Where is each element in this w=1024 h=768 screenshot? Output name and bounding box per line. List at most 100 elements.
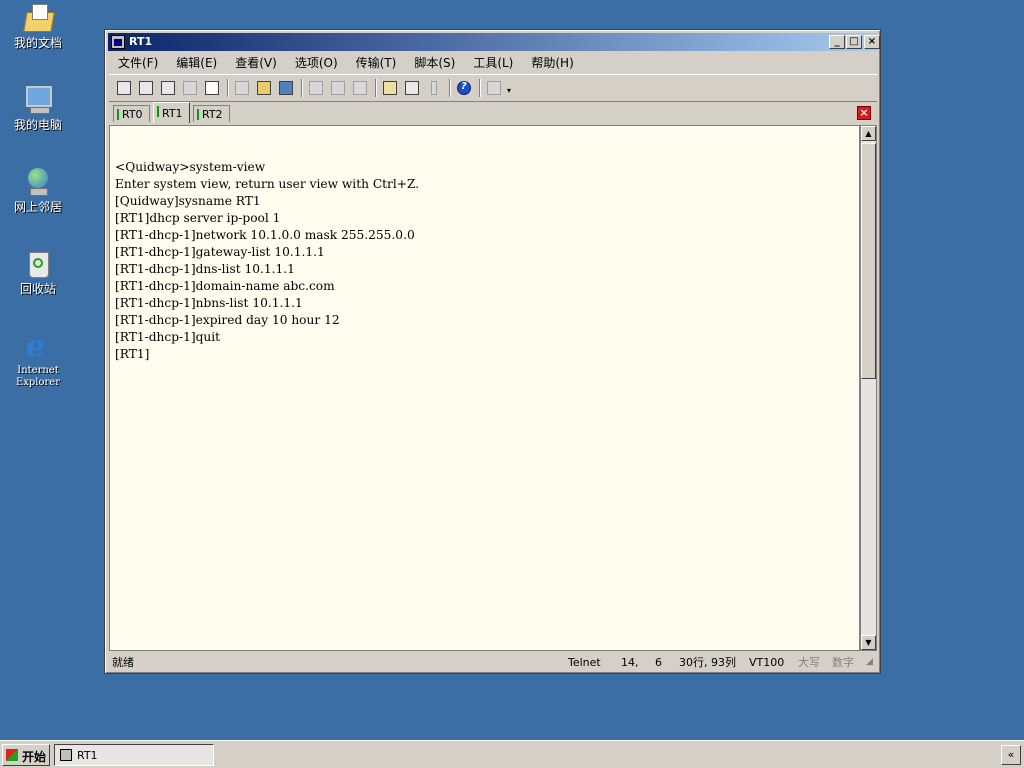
taskbar: 开始 RT1 « bbox=[0, 740, 1024, 768]
minimize-button[interactable]: _ bbox=[829, 35, 845, 49]
menu-view[interactable]: 查看(V) bbox=[226, 53, 286, 72]
status-bar: 就绪 Telnet 14, 6 30行, 93列 VT100 大写 数字 ◢ bbox=[109, 654, 877, 671]
find-button[interactable] bbox=[277, 79, 295, 97]
status-caps-lock: 大写 bbox=[798, 656, 820, 669]
print-icon bbox=[331, 81, 345, 95]
global-options-button[interactable] bbox=[403, 79, 421, 97]
tab-rt2[interactable]: RT2 bbox=[193, 105, 230, 122]
print-button[interactable] bbox=[329, 79, 347, 97]
window-title: RT1 bbox=[129, 35, 153, 48]
desktop-icon-internet-explorer[interactable]: e Internet Explorer bbox=[0, 330, 76, 389]
keymap-button[interactable] bbox=[485, 79, 503, 97]
scroll-up-button[interactable]: ▲ bbox=[861, 126, 876, 141]
scroll-down-button[interactable]: ▼ bbox=[861, 635, 876, 650]
toolbar: ▾ bbox=[109, 74, 877, 102]
session-tab-bar: RT0 RT1 RT2 × bbox=[109, 102, 877, 124]
start-button[interactable]: 开始 bbox=[2, 744, 50, 766]
status-size: 30行, 93列 bbox=[679, 656, 736, 669]
terminal-output: <Quidway>system-view Enter system view, … bbox=[115, 159, 419, 363]
quick-connect-icon bbox=[139, 81, 153, 95]
menu-file[interactable]: 文件(F) bbox=[109, 53, 167, 72]
tab-rt1[interactable]: RT1 bbox=[153, 102, 190, 123]
menu-script[interactable]: 脚本(S) bbox=[405, 53, 464, 72]
toolbar-separator bbox=[479, 79, 481, 97]
tray-expand-button[interactable]: « bbox=[1001, 745, 1021, 765]
terminal-line: [RT1-dhcp-1]dns-list 10.1.1.1 bbox=[115, 262, 295, 276]
reconnect-icon bbox=[183, 81, 197, 95]
quick-connect-button[interactable] bbox=[137, 79, 155, 97]
session-options-icon bbox=[383, 81, 397, 95]
desktop-icon-label: 网上邻居 bbox=[13, 200, 62, 214]
desktop-icon-label: Internet Explorer bbox=[15, 365, 61, 388]
terminal-area[interactable]: <Quidway>system-view Enter system view, … bbox=[109, 125, 860, 651]
terminal-line: [RT1-dhcp-1]network 10.1.0.0 mask 255.25… bbox=[115, 228, 415, 242]
menu-transfer[interactable]: 传输(T) bbox=[347, 53, 406, 72]
menu-help[interactable]: 帮助(H) bbox=[522, 53, 582, 72]
menu-bar: 文件(F) 编辑(E) 查看(V) 选项(O) 传输(T) 脚本(S) 工具(L) 帮助(H) bbox=[109, 53, 877, 71]
app-window: RT1 _ □ × 文件(F) 编辑(E) 查看(V) 选项(O) 传输(T) 脚本(S)… bbox=[104, 29, 881, 674]
toolbar-separator bbox=[375, 79, 377, 97]
app-icon bbox=[60, 749, 72, 761]
desktop-icon-my-computer[interactable]: 我的电脑 bbox=[0, 84, 76, 132]
desktop-icon-recycle-bin[interactable]: 回收站 bbox=[0, 248, 76, 296]
toolbar-separator bbox=[301, 79, 303, 97]
connect-tab-button[interactable] bbox=[159, 79, 177, 97]
resize-grip-icon[interactable]: ◢ bbox=[866, 654, 873, 671]
menu-edit[interactable]: 编辑(E) bbox=[167, 53, 226, 72]
terminal-line: [RT1] bbox=[115, 347, 150, 361]
disconnect-icon bbox=[205, 81, 219, 95]
copy-button[interactable] bbox=[233, 79, 251, 97]
windows-logo-icon bbox=[6, 749, 18, 761]
copy-icon bbox=[235, 81, 249, 95]
status-cursor-row: 14, bbox=[621, 656, 639, 669]
connect-button[interactable] bbox=[115, 79, 133, 97]
print-screen-icon bbox=[353, 81, 367, 95]
key-manager-button[interactable] bbox=[425, 79, 443, 97]
disconnect-button[interactable] bbox=[203, 79, 221, 97]
connect-icon bbox=[117, 81, 131, 95]
title-bar[interactable]: RT1 _ □ × bbox=[108, 33, 880, 51]
global-options-icon bbox=[405, 81, 419, 95]
desktop-icon-label: 回收站 bbox=[19, 282, 56, 296]
close-button[interactable]: × bbox=[864, 35, 880, 49]
terminal-line: Enter system view, return user view with… bbox=[115, 177, 420, 191]
maximize-button[interactable]: □ bbox=[846, 35, 862, 49]
print-screen-button[interactable] bbox=[351, 79, 369, 97]
terminal-line: [RT1-dhcp-1]domain-name abc.com bbox=[115, 279, 335, 293]
vertical-scrollbar[interactable]: ▲ ▼ bbox=[860, 125, 877, 651]
paste-button[interactable] bbox=[255, 79, 273, 97]
terminal-line: [RT1-dhcp-1]quit bbox=[115, 330, 221, 344]
print-setup-button[interactable] bbox=[307, 79, 325, 97]
terminal-line: [RT1-dhcp-1]nbns-list 10.1.1.1 bbox=[115, 296, 303, 310]
help-button[interactable] bbox=[455, 79, 473, 97]
keymap-icon bbox=[487, 81, 501, 95]
status-protocol: Telnet bbox=[568, 656, 601, 669]
reconnect-button[interactable] bbox=[181, 79, 199, 97]
find-icon bbox=[279, 81, 293, 95]
desktop-icon-label: 我的文档 bbox=[13, 36, 62, 50]
terminal-line: <Quidway>system-view bbox=[115, 160, 266, 174]
status-terminal-type: VT100 bbox=[749, 656, 785, 669]
status-cursor-col: 6 bbox=[655, 656, 662, 669]
menu-tools[interactable]: 工具(L) bbox=[464, 53, 522, 72]
status-num-lock: 数字 bbox=[832, 656, 854, 669]
taskbar-item-rt1[interactable]: RT1 bbox=[54, 744, 214, 766]
desktop-icon-my-documents[interactable]: 我的文档 bbox=[0, 2, 76, 50]
menu-options[interactable]: 选项(O) bbox=[286, 53, 347, 72]
scroll-thumb[interactable] bbox=[861, 143, 876, 379]
app-icon bbox=[111, 35, 125, 49]
terminal-line: [RT1-dhcp-1]expired day 10 hour 12 bbox=[115, 313, 340, 327]
session-options-button[interactable] bbox=[381, 79, 399, 97]
start-label: 开始 bbox=[22, 750, 47, 764]
terminal-line: [RT1-dhcp-1]gateway-list 10.1.1.1 bbox=[115, 245, 325, 259]
help-icon bbox=[457, 81, 471, 95]
terminal-line: [Quidway]sysname RT1 bbox=[115, 194, 261, 208]
toolbar-separator bbox=[449, 79, 451, 97]
taskbar-item-label: RT1 bbox=[77, 749, 98, 762]
close-tab-button[interactable]: × bbox=[857, 106, 871, 120]
toolbar-overflow-icon[interactable]: ▾ bbox=[507, 87, 511, 95]
desktop-icon-network-places[interactable]: 网上邻居 bbox=[0, 166, 76, 214]
tab-rt0[interactable]: RT0 bbox=[113, 105, 150, 122]
my-computer-icon bbox=[22, 84, 54, 116]
internet-explorer-icon: e bbox=[26, 329, 46, 364]
